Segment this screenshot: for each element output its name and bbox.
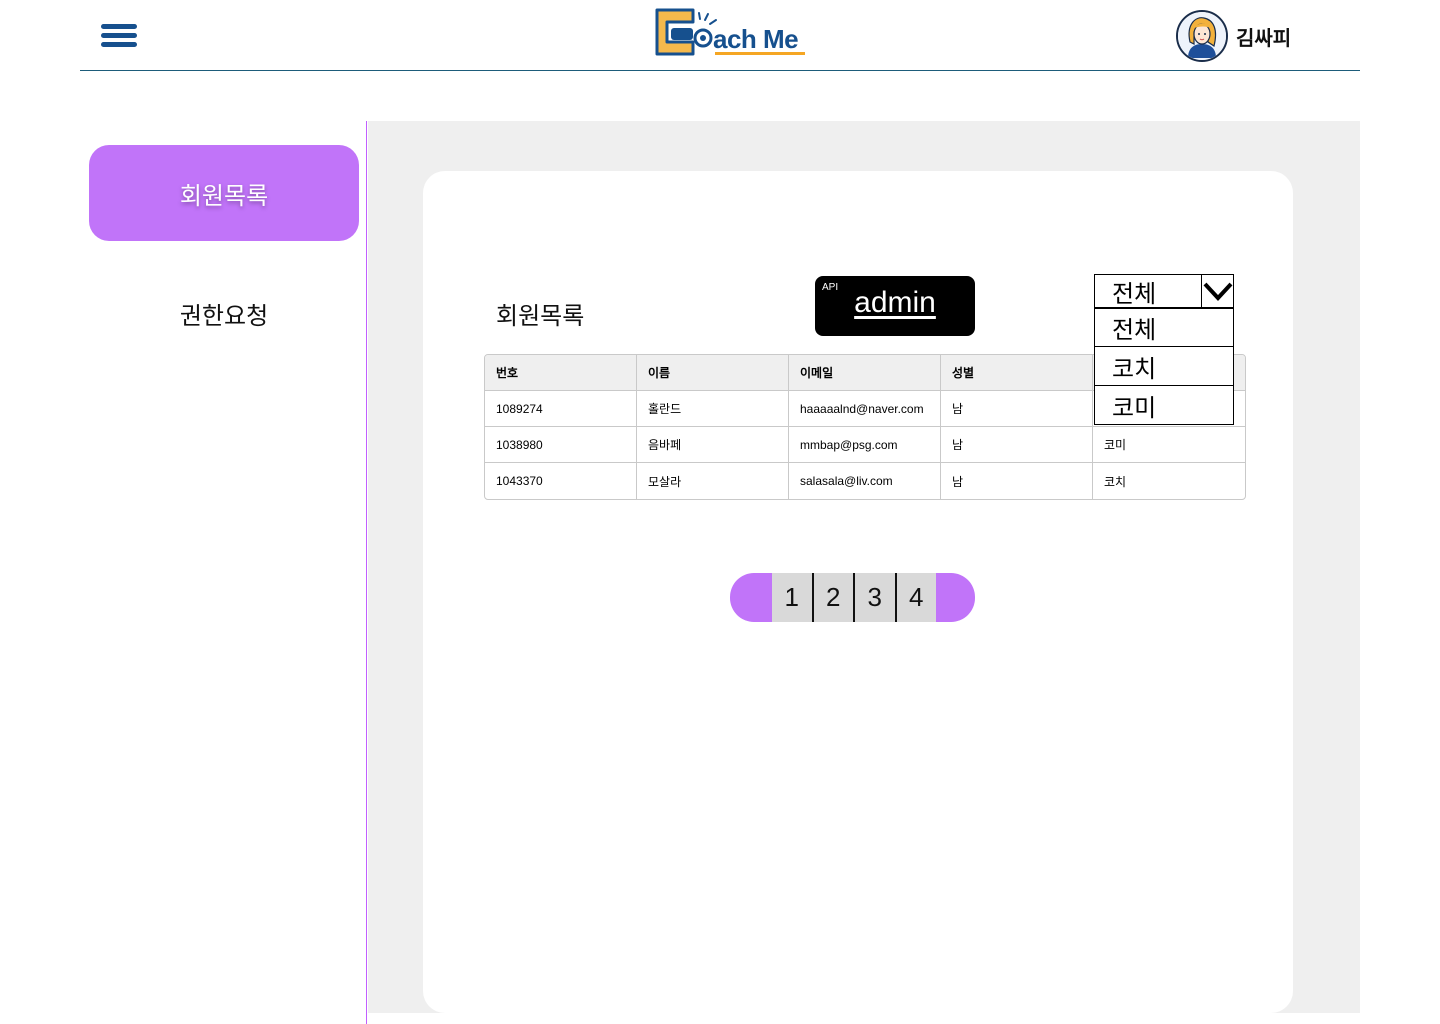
avatar: [1176, 10, 1228, 62]
logo-underline: [715, 52, 805, 55]
role-filter-selected[interactable]: 전체: [1094, 274, 1234, 308]
page-numbers: 1 2 3 4: [772, 573, 936, 622]
role-option-coame[interactable]: 코미: [1094, 386, 1234, 425]
cell-role: 코치: [1104, 474, 1127, 489]
top-header: ach Me 김싸피: [80, 0, 1360, 71]
sidebar-item-permission-request[interactable]: 권한요청: [89, 265, 359, 361]
cell-number: 1089274: [485, 391, 637, 426]
pagination: 1 2 3 4: [730, 573, 975, 622]
cell-gender: 남: [941, 391, 1093, 426]
cell-name: 음바페: [637, 427, 789, 462]
page-button-3[interactable]: 3: [855, 573, 895, 622]
page-button-4[interactable]: 4: [897, 573, 937, 622]
user-name: 김싸피: [1236, 25, 1292, 50]
cell-name: 모살라: [637, 463, 789, 499]
cell-name: 홀란드: [637, 391, 789, 426]
coach-me-logo[interactable]: ach Me: [653, 6, 805, 56]
role-filter-dropdown[interactable]: 전체 전체 코치 코미: [1094, 274, 1234, 425]
menu-icon[interactable]: [101, 24, 137, 48]
avatar-illustration-icon: [1178, 12, 1226, 60]
role-filter-selected-label: 전체: [1112, 279, 1157, 308]
sidebar: 회원목록 권한요청: [80, 121, 367, 1024]
column-header-name: 이름: [637, 355, 789, 390]
chevron-down-icon[interactable]: [1201, 275, 1233, 307]
cell-gender: 남: [941, 463, 1093, 499]
page-button-1[interactable]: 1: [772, 573, 812, 622]
cell-number: 1038980: [485, 427, 637, 462]
cell-email: mmbap@psg.com: [789, 427, 941, 462]
sidebar-item-label: 회원목록: [179, 181, 269, 210]
api-main-label: admin: [854, 286, 936, 319]
column-header-number: 번호: [485, 355, 637, 390]
column-header-gender: 성별: [941, 355, 1093, 390]
role-option-all[interactable]: 전체: [1094, 308, 1234, 347]
api-admin-button[interactable]: API admin: [815, 276, 975, 336]
page-button-2[interactable]: 2: [814, 573, 854, 622]
table-row[interactable]: 1043370 모살라 salasala@liv.com 남 코치: [485, 463, 1245, 499]
logo-text: ach Me: [713, 24, 799, 54]
role-option-coach[interactable]: 코치: [1094, 347, 1234, 386]
cell-number: 1043370: [485, 463, 637, 499]
page-next-button[interactable]: [936, 573, 975, 622]
cell-email: haaaaalnd@naver.com: [789, 391, 941, 426]
cell-role: 코미: [1104, 438, 1127, 452]
cell-gender: 남: [941, 427, 1093, 462]
user-profile[interactable]: 김싸피: [1176, 10, 1291, 62]
table-row[interactable]: 1038980 음바페 mmbap@psg.com 남 코미: [485, 427, 1245, 463]
role-filter-options: 전체 코치 코미: [1094, 308, 1234, 425]
sidebar-item-label: 권한요청: [179, 301, 269, 330]
page-prev-button[interactable]: [730, 573, 772, 622]
cell-email: salasala@liv.com: [789, 463, 941, 499]
column-header-email: 이메일: [789, 355, 941, 390]
sidebar-item-member-list[interactable]: 회원목록: [89, 145, 359, 241]
page-title: 회원목록: [496, 302, 585, 330]
